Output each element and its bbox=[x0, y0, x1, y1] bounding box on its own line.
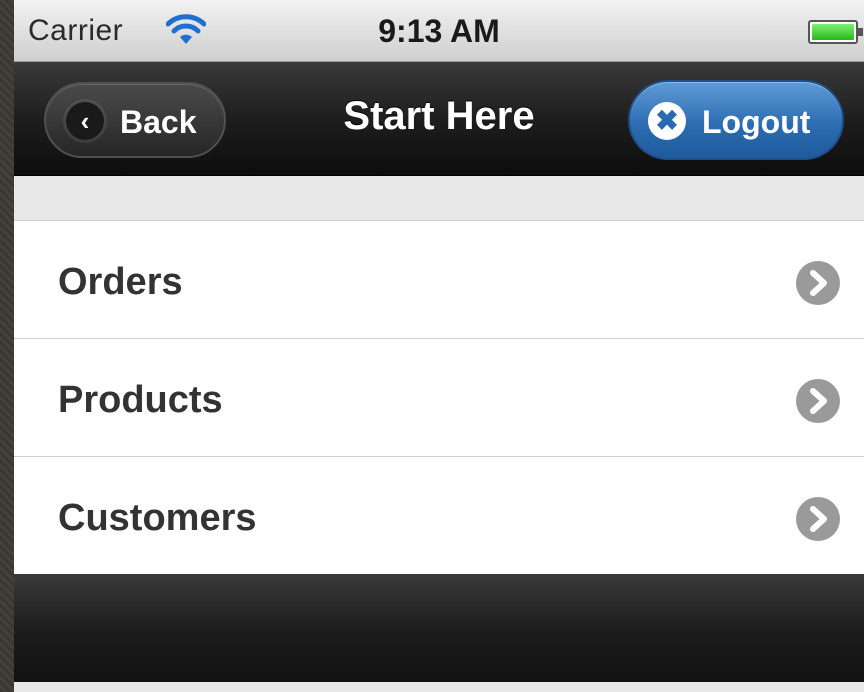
chevron-right-icon bbox=[796, 261, 840, 305]
logout-button-label: Logout bbox=[702, 104, 811, 140]
footer-toolbar bbox=[14, 574, 864, 682]
close-icon: ✖ bbox=[648, 102, 686, 140]
status-bar: Carrier 9:13 AM bbox=[14, 0, 864, 62]
chevron-right-icon bbox=[796, 379, 840, 423]
list-item-label: Orders bbox=[58, 261, 183, 303]
list-item-orders[interactable]: Orders bbox=[14, 221, 864, 339]
navigation-bar: ‹ Back Start Here ✖ Logout bbox=[14, 62, 864, 176]
status-time: 9:13 AM bbox=[378, 13, 500, 49]
content-strip bbox=[14, 682, 864, 692]
list-item-label: Products bbox=[58, 379, 223, 421]
phone-screen: Carrier 9:13 AM ‹ Back Start Here ✖ Logo… bbox=[14, 0, 864, 692]
battery-icon bbox=[808, 20, 863, 44]
logout-button[interactable]: ✖ Logout bbox=[628, 80, 844, 160]
menu-list: Orders Products Customers bbox=[14, 220, 864, 575]
list-item-products[interactable]: Products bbox=[14, 339, 864, 457]
chevron-right-icon bbox=[796, 497, 840, 541]
device-frame bbox=[0, 0, 14, 692]
list-item-customers[interactable]: Customers bbox=[14, 457, 864, 575]
list-item-label: Customers bbox=[58, 497, 257, 539]
